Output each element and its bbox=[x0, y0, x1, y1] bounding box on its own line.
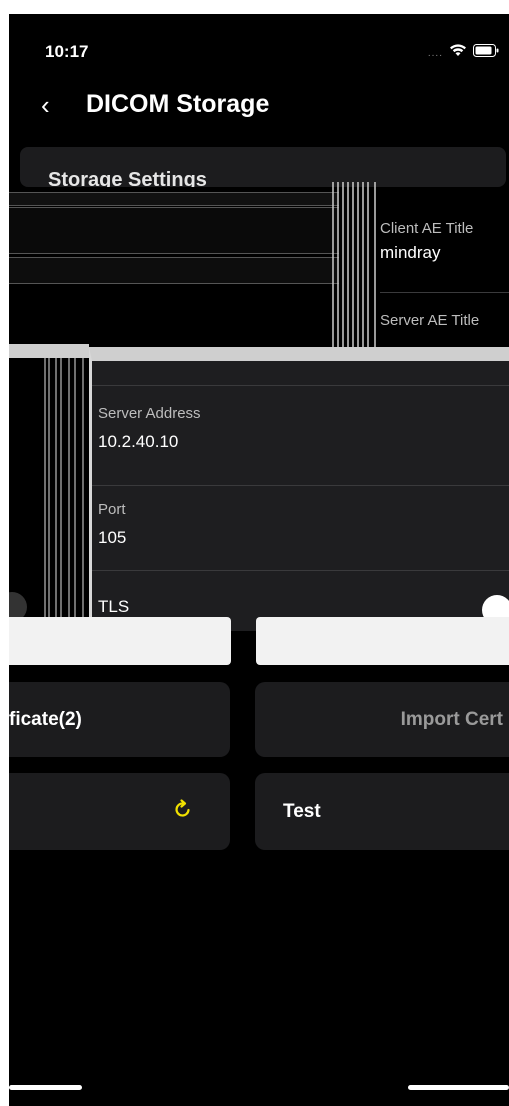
server-address-value: 10.2.40.10 bbox=[98, 432, 179, 451]
battery-icon bbox=[473, 44, 499, 62]
certificate-button[interactable]: ficate(2) bbox=[9, 682, 230, 757]
client-ae-title-label: Client AE Title bbox=[380, 220, 474, 237]
import-certificate-button[interactable]: Import Cert bbox=[255, 682, 509, 757]
refresh-icon bbox=[172, 798, 194, 826]
server-address-label: Server Address bbox=[98, 405, 201, 422]
server-address-field[interactable]: Server Address 10.2.40.10 bbox=[98, 405, 201, 452]
server-ae-title-field[interactable]: Server AE Title bbox=[380, 312, 479, 329]
page-title: DICOM Storage bbox=[86, 90, 270, 118]
vertical-glitch-lines bbox=[332, 182, 376, 352]
status-time: 10:17 bbox=[45, 42, 89, 61]
server-settings-panel: Server Address 10.2.40.10 Port 105 TLS bbox=[89, 347, 509, 631]
divider bbox=[92, 570, 509, 571]
divider bbox=[92, 485, 509, 486]
glitch-band bbox=[9, 192, 339, 206]
divider bbox=[380, 292, 509, 293]
tls-row: TLS bbox=[98, 597, 129, 617]
left-glitch-lines bbox=[9, 344, 89, 634]
wifi-icon bbox=[449, 44, 467, 62]
port-value: 105 bbox=[98, 528, 127, 547]
chevron-left-icon[interactable]: ‹ bbox=[41, 90, 50, 121]
phone-screen: 10:17 .... ‹ DICOM Storage Storage Setti… bbox=[9, 14, 509, 1106]
storage-settings-card: Storage Settings bbox=[20, 147, 506, 187]
server-ae-title-label: Server AE Title bbox=[380, 312, 480, 329]
status-icons: .... bbox=[428, 44, 499, 62]
tls-label: TLS bbox=[98, 597, 130, 616]
status-bar: 10:17 .... bbox=[9, 14, 509, 74]
port-field[interactable]: Port 105 bbox=[98, 501, 126, 548]
signal-indicator: .... bbox=[427, 47, 443, 59]
test-button-label: Test bbox=[283, 800, 321, 822]
divider bbox=[92, 385, 509, 386]
glitch-band bbox=[9, 257, 339, 284]
client-ae-title-value: mindray bbox=[380, 243, 441, 262]
glitch-band bbox=[9, 207, 339, 254]
navigation-bar: ‹ DICOM Storage bbox=[9, 84, 509, 128]
test-button[interactable]: Test bbox=[255, 773, 509, 850]
input-bar-right[interactable] bbox=[256, 617, 509, 665]
storage-settings-header: Storage Settings bbox=[48, 169, 207, 187]
import-certificate-label: Import Cert bbox=[400, 708, 503, 730]
home-indicator-left bbox=[9, 1085, 82, 1090]
home-indicator-right bbox=[408, 1085, 509, 1090]
refresh-button[interactable] bbox=[9, 773, 230, 850]
certificate-button-label: ficate(2) bbox=[9, 708, 82, 730]
input-bar-left[interactable] bbox=[9, 617, 231, 665]
client-ae-title-field[interactable]: Client AE Title mindray bbox=[380, 220, 473, 263]
port-label: Port bbox=[98, 501, 126, 518]
